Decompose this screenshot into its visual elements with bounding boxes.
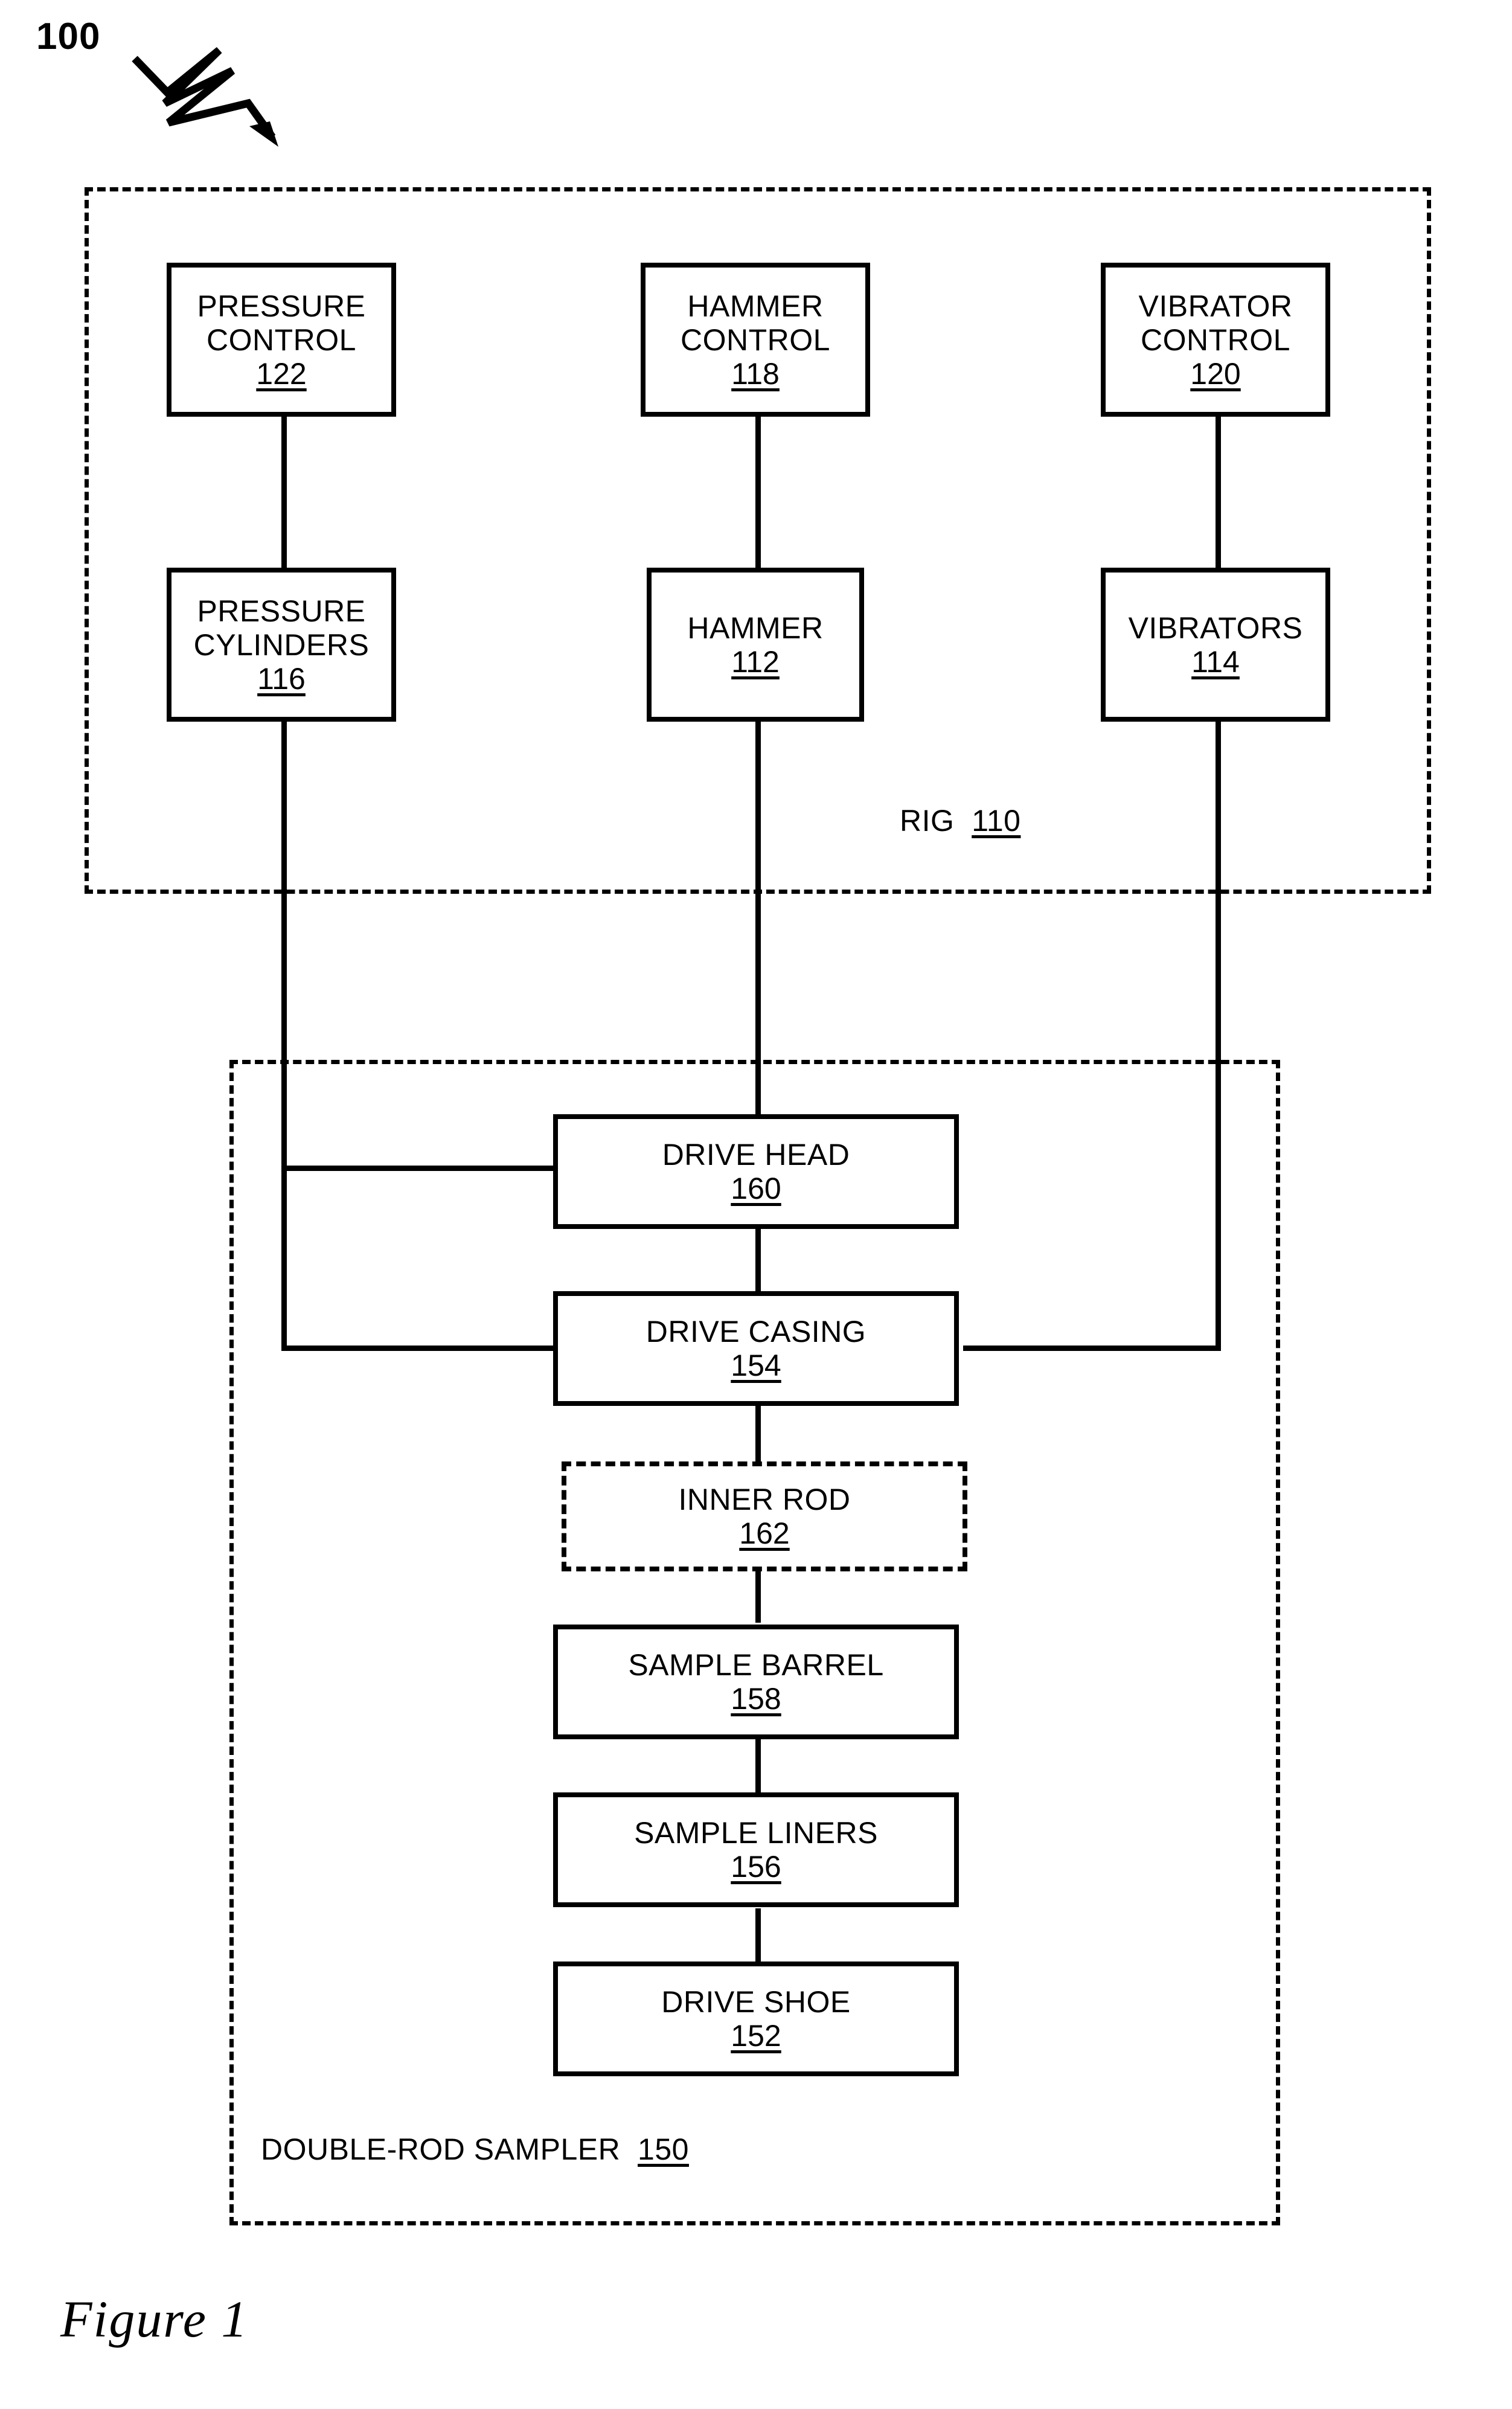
box-inner-rod-label: INNER ROD <box>678 1483 851 1516</box>
box-vibrator-control-ref: 120 <box>1190 356 1241 391</box>
figure-caption: Figure 1 <box>60 2290 249 2348</box>
box-drive-head-ref: 160 <box>731 1172 781 1205</box>
box-pressure-cylinders[interactable]: PRESSURE CYLINDERS 116 <box>167 568 396 722</box>
box-vibrators[interactable]: VIBRATORS 114 <box>1101 568 1330 722</box>
box-drive-head[interactable]: DRIVE HEAD 160 <box>553 1114 959 1229</box>
rig-label-ref: 110 <box>972 804 1021 838</box>
box-hammer-control-line1: HAMMER <box>687 289 824 323</box>
box-drive-shoe-ref: 152 <box>731 2019 781 2053</box>
box-vibrator-control-line1: VIBRATOR <box>1138 289 1293 323</box>
box-drive-head-label: DRIVE HEAD <box>662 1138 850 1172</box>
connector-vibrator-control-to-vibrators <box>1216 417 1221 568</box>
connector-pressure-cylinders-trunk <box>281 722 287 1349</box>
patent-figure-page: 100 RIG 110 PRESSURE CONTROL 122 HAMMER … <box>0 0 1512 2409</box>
box-pressure-control-ref: 122 <box>256 356 307 391</box>
sampler-label-text: DOUBLE-ROD SAMPLER <box>261 2132 621 2166</box>
box-inner-rod-ref: 162 <box>739 1516 790 1550</box>
double-rod-sampler-label: DOUBLE-ROD SAMPLER 150 <box>261 2132 689 2167</box>
connector-inner-rod-to-sample-barrel <box>755 1567 761 1623</box>
box-vibrator-control-line2: CONTROL <box>1141 322 1290 357</box>
connector-pressure-control-to-cylinders <box>281 417 287 568</box>
connector-sample-barrel-to-sample-liners <box>755 1739 761 1792</box>
box-pressure-control[interactable]: PRESSURE CONTROL 122 <box>167 263 396 417</box>
box-inner-rod[interactable]: INNER ROD 162 <box>562 1461 967 1571</box>
box-sample-liners-label: SAMPLE LINERS <box>634 1816 878 1850</box>
connector-pressure-to-drive-head <box>281 1166 553 1171</box>
box-vibrator-control[interactable]: VIBRATOR CONTROL 120 <box>1101 263 1330 417</box>
box-drive-shoe-label: DRIVE SHOE <box>661 1985 851 2019</box>
box-hammer[interactable]: HAMMER 112 <box>647 568 864 722</box>
rig-label-text: RIG <box>900 804 955 838</box>
box-drive-casing-ref: 154 <box>731 1349 781 1382</box>
connector-hammer-control-to-hammer <box>755 417 761 568</box>
box-drive-casing-label: DRIVE CASING <box>645 1315 867 1349</box>
sampler-label-ref: 150 <box>638 2132 689 2166</box>
box-vibrators-ref: 114 <box>1191 644 1240 679</box>
box-pressure-cylinders-line1: PRESSURE <box>197 594 366 628</box>
connector-hammer-trunk <box>755 722 761 1117</box>
box-pressure-control-line2: CONTROL <box>207 322 356 357</box>
box-pressure-cylinders-ref: 116 <box>257 661 306 696</box>
box-sample-liners[interactable]: SAMPLE LINERS 156 <box>553 1792 959 1907</box>
box-sample-barrel[interactable]: SAMPLE BARREL 158 <box>553 1625 959 1739</box>
box-pressure-cylinders-line2: CYLINDERS <box>193 627 370 662</box>
connector-drive-casing-to-inner-rod <box>755 1404 761 1464</box>
box-hammer-control-ref: 118 <box>731 356 780 391</box>
connector-pressure-to-drive-casing <box>281 1346 553 1351</box>
box-hammer-line1: HAMMER <box>687 611 824 645</box>
box-hammer-control-line2: CONTROL <box>681 322 830 357</box>
box-drive-shoe[interactable]: DRIVE SHOE 152 <box>553 1962 959 2076</box>
box-vibrators-line1: VIBRATORS <box>1128 611 1303 645</box>
box-sample-barrel-ref: 158 <box>731 1682 781 1716</box>
lead-line-arrow-icon <box>132 47 278 147</box>
box-hammer-ref: 112 <box>731 644 780 679</box>
connector-vibrators-trunk <box>1216 722 1221 1349</box>
box-pressure-control-line1: PRESSURE <box>197 289 366 323</box>
system-reference-numeral: 100 <box>36 16 101 57</box>
box-hammer-control[interactable]: HAMMER CONTROL 118 <box>641 263 870 417</box>
box-sample-liners-ref: 156 <box>731 1850 781 1884</box>
rig-enclosure-label: RIG 110 <box>900 803 1020 838</box>
connector-sample-liners-to-drive-shoe <box>755 1908 761 1962</box>
box-sample-barrel-label: SAMPLE BARREL <box>628 1648 884 1682</box>
connector-vibrators-to-drive-casing <box>963 1346 1221 1351</box>
box-drive-casing[interactable]: DRIVE CASING 154 <box>553 1291 959 1406</box>
